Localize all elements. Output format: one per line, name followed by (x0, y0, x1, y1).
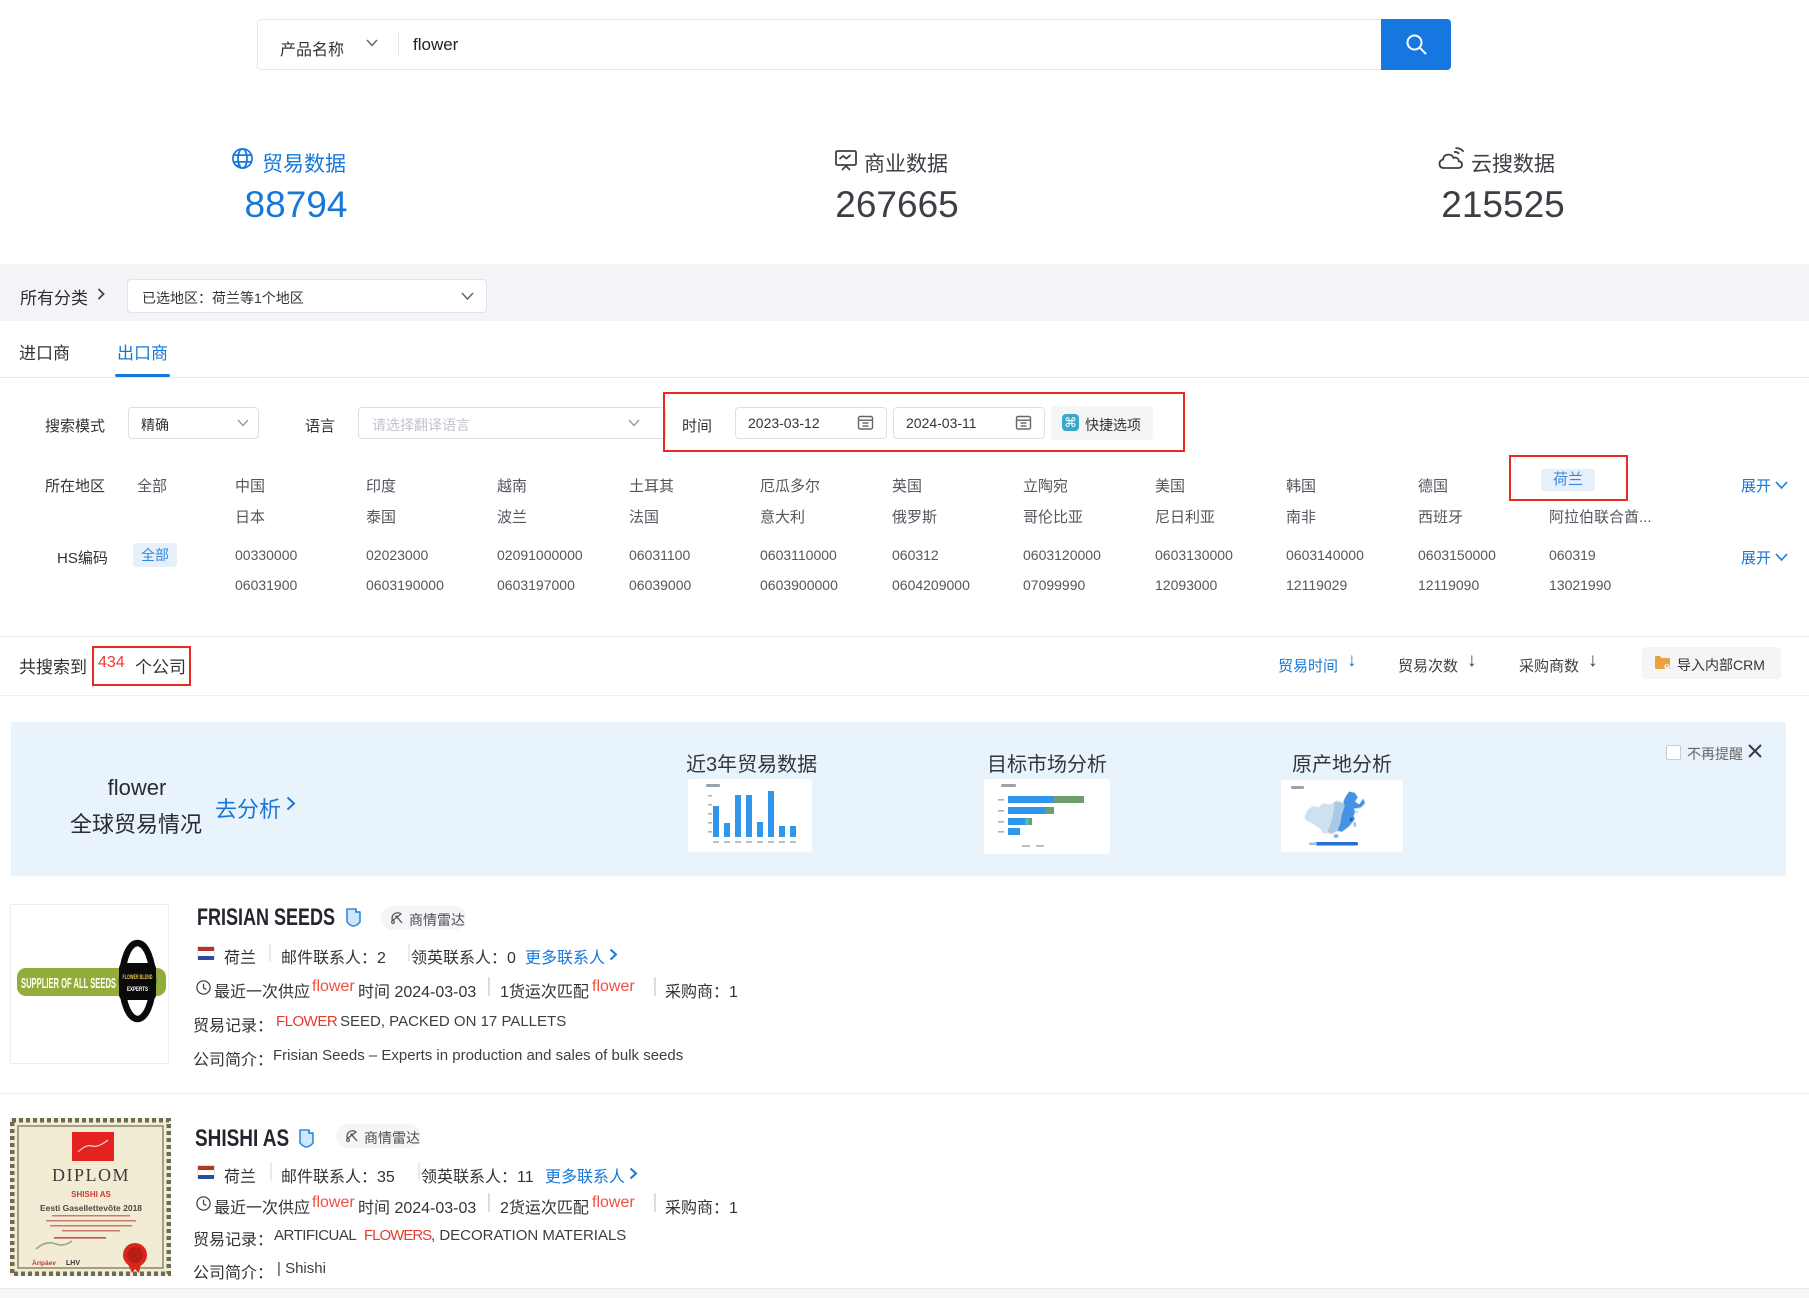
svg-text:Eesti Gasellettevõte 2018: Eesti Gasellettevõte 2018 (40, 1203, 142, 1213)
svg-text:LHV: LHV (66, 1260, 80, 1267)
svg-text:EXPERTS: EXPERTS (127, 987, 148, 993)
svg-text:SUPPLIER OF ALL SEEDS: SUPPLIER OF ALL SEEDS (21, 975, 116, 992)
svg-text:SHISHI AS: SHISHI AS (71, 1190, 111, 1199)
svg-text:FLOWER BLEND: FLOWER BLEND (123, 975, 153, 981)
svg-text:DIPLOM: DIPLOM (52, 1165, 130, 1185)
svg-text:Äripäev: Äripäev (32, 1259, 56, 1267)
